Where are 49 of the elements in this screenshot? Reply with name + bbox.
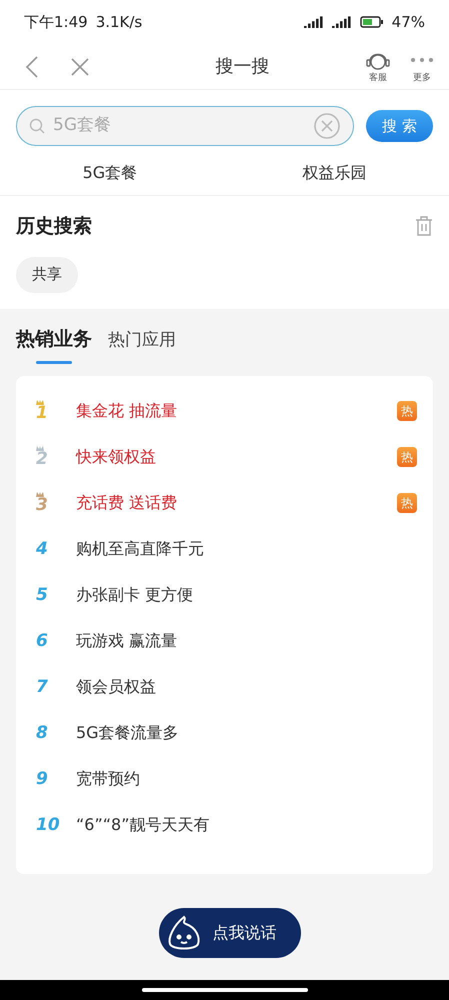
mascot-icon	[166, 914, 200, 952]
rank-number: 7	[36, 678, 48, 696]
delete-icon[interactable]	[415, 216, 433, 236]
ranking-item-link[interactable]: 5G套餐流量多	[76, 721, 179, 745]
voice-button[interactable]: 点我说话	[158, 908, 300, 958]
ranking-item-link[interactable]: 领会员权益	[76, 675, 156, 699]
suggestion-link[interactable]: 权益乐园	[302, 160, 366, 184]
battery-icon	[360, 16, 384, 28]
search-icon	[29, 118, 45, 134]
close-icon	[71, 58, 89, 76]
rank-number: 2	[36, 451, 48, 468]
suggestion-link[interactable]: 5G套餐	[82, 160, 138, 184]
rank-number: 3	[36, 497, 48, 514]
rank-number: 8	[36, 724, 48, 742]
category-tab[interactable]: 热门应用	[108, 328, 176, 364]
ranking-item-link[interactable]: “6”“8”靓号天天有	[76, 813, 210, 837]
hot-badge: 热	[397, 447, 417, 467]
more-button[interactable]: 更多	[411, 48, 433, 86]
ranking-item-link[interactable]: 玩游戏 赢流量	[76, 629, 178, 653]
history-chip[interactable]: 共享	[16, 256, 78, 292]
rank-number: 6	[36, 632, 48, 650]
category-tab[interactable]: 热销业务	[16, 324, 92, 364]
signal-icon	[332, 16, 352, 28]
crown-icon	[36, 446, 44, 451]
rank-number: 4	[36, 540, 48, 558]
rank-number: 10	[36, 816, 60, 834]
crown-icon	[36, 400, 44, 405]
hot-badge: 热	[397, 401, 417, 421]
clear-button[interactable]	[313, 112, 342, 140]
more-icon	[411, 58, 433, 62]
ranking-item-link[interactable]: 充话费 送话费	[76, 491, 178, 515]
signal-icon	[304, 16, 324, 28]
ranking-item-link[interactable]: 宽带预约	[76, 767, 140, 791]
hot-badge: 热	[397, 493, 417, 513]
network-speed: 3.1K/s	[96, 12, 142, 33]
back-icon	[25, 56, 39, 78]
customer-service-button[interactable]: 客服	[365, 48, 391, 86]
history-title: 历史搜索	[16, 214, 92, 239]
ranking-item-link[interactable]: 快来领权益	[76, 445, 156, 469]
rank-number: 1	[36, 405, 48, 422]
rank-number: 5	[36, 586, 48, 604]
status-time: 下午1:49	[24, 12, 88, 33]
ranking-item-link[interactable]: 集金花 抽流量	[76, 399, 178, 423]
crown-icon	[36, 492, 44, 497]
ranking-item-link[interactable]: 办张副卡 更方便	[76, 583, 194, 607]
page-title: 搜一搜	[216, 55, 270, 79]
rank-number: 9	[36, 770, 48, 788]
ranking-item-link[interactable]: 购机至高直降千元	[76, 537, 204, 561]
battery-level: 47%	[392, 12, 425, 33]
